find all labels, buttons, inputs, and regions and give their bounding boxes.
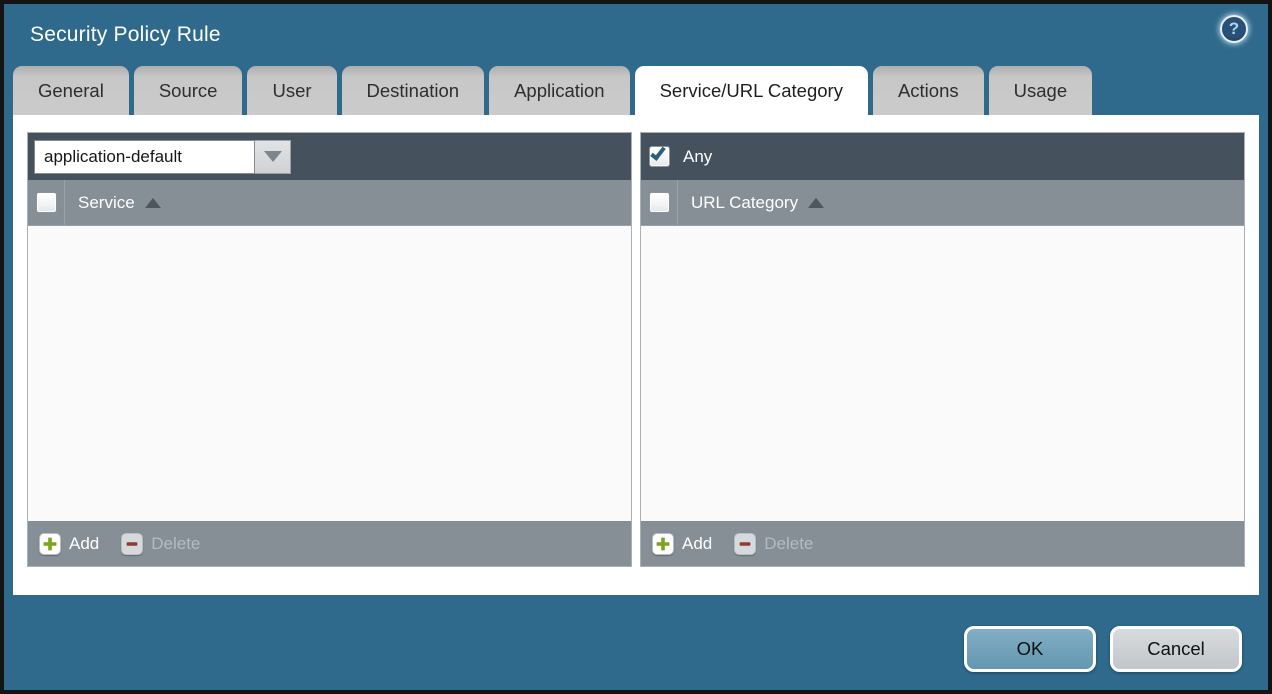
url-category-delete-button[interactable]: Delete (734, 533, 813, 555)
any-checkbox-label: Any (683, 147, 712, 167)
add-plus-icon (39, 533, 61, 555)
tab-strip: General Source User Destination Applicat… (13, 66, 1092, 115)
tab-content-panel: Service Add (13, 115, 1259, 595)
tab-source[interactable]: Source (134, 66, 243, 115)
service-type-dropdown (34, 140, 291, 174)
url-category-column-label: URL Category (691, 193, 798, 213)
url-category-toolbar: Any (641, 133, 1244, 180)
add-plus-icon (652, 533, 674, 555)
checkmark-icon (650, 144, 666, 161)
tab-usage[interactable]: Usage (989, 66, 1092, 115)
sort-ascending-icon (145, 198, 161, 208)
url-category-select-all-checkbox[interactable] (649, 192, 670, 213)
service-column-label: Service (78, 193, 135, 213)
cancel-button[interactable]: Cancel (1110, 626, 1242, 672)
service-delete-button[interactable]: Delete (121, 533, 200, 555)
tab-application[interactable]: Application (489, 66, 630, 115)
tab-actions[interactable]: Actions (873, 66, 984, 115)
tab-service-url-category[interactable]: Service/URL Category (635, 66, 868, 115)
tab-destination[interactable]: Destination (342, 66, 485, 115)
service-footer-bar: Add Delete (28, 521, 631, 566)
add-label: Add (69, 534, 99, 554)
panels-container: Service Add (27, 132, 1245, 567)
delete-label: Delete (151, 534, 200, 554)
tab-general[interactable]: General (13, 66, 129, 115)
service-select-all-checkbox[interactable] (36, 192, 57, 213)
title-bar: Security Policy Rule ? (4, 4, 1268, 66)
service-column-header-row: Service (28, 180, 631, 226)
help-icon[interactable]: ? (1220, 15, 1248, 43)
service-list-body (28, 226, 631, 521)
service-panel: Service Add (27, 132, 632, 567)
url-category-add-button[interactable]: Add (652, 533, 712, 555)
delete-label: Delete (764, 534, 813, 554)
triangle-down-icon (264, 151, 282, 162)
dialog-action-buttons: OK Cancel (964, 626, 1242, 672)
url-category-list-body (641, 226, 1244, 521)
delete-minus-icon (121, 533, 143, 555)
service-select-all-cell (28, 180, 65, 225)
service-column-header[interactable]: Service (65, 180, 161, 225)
service-toolbar (28, 133, 631, 180)
service-add-button[interactable]: Add (39, 533, 99, 555)
url-category-footer-bar: Add Delete (641, 521, 1244, 566)
any-checkbox[interactable] (649, 146, 670, 167)
dialog-title: Security Policy Rule (30, 23, 221, 47)
tab-user[interactable]: User (247, 66, 336, 115)
url-category-column-header-row: URL Category (641, 180, 1244, 226)
ok-button[interactable]: OK (964, 626, 1096, 672)
url-category-select-all-cell (641, 180, 678, 225)
sort-ascending-icon (808, 198, 824, 208)
delete-minus-icon (734, 533, 756, 555)
service-type-input[interactable] (34, 140, 255, 174)
security-policy-rule-dialog: Security Policy Rule ? General Source Us… (0, 0, 1272, 694)
url-category-panel: Any URL Category (640, 132, 1245, 567)
service-type-dropdown-button[interactable] (255, 140, 291, 174)
add-label: Add (682, 534, 712, 554)
url-category-column-header[interactable]: URL Category (678, 180, 824, 225)
